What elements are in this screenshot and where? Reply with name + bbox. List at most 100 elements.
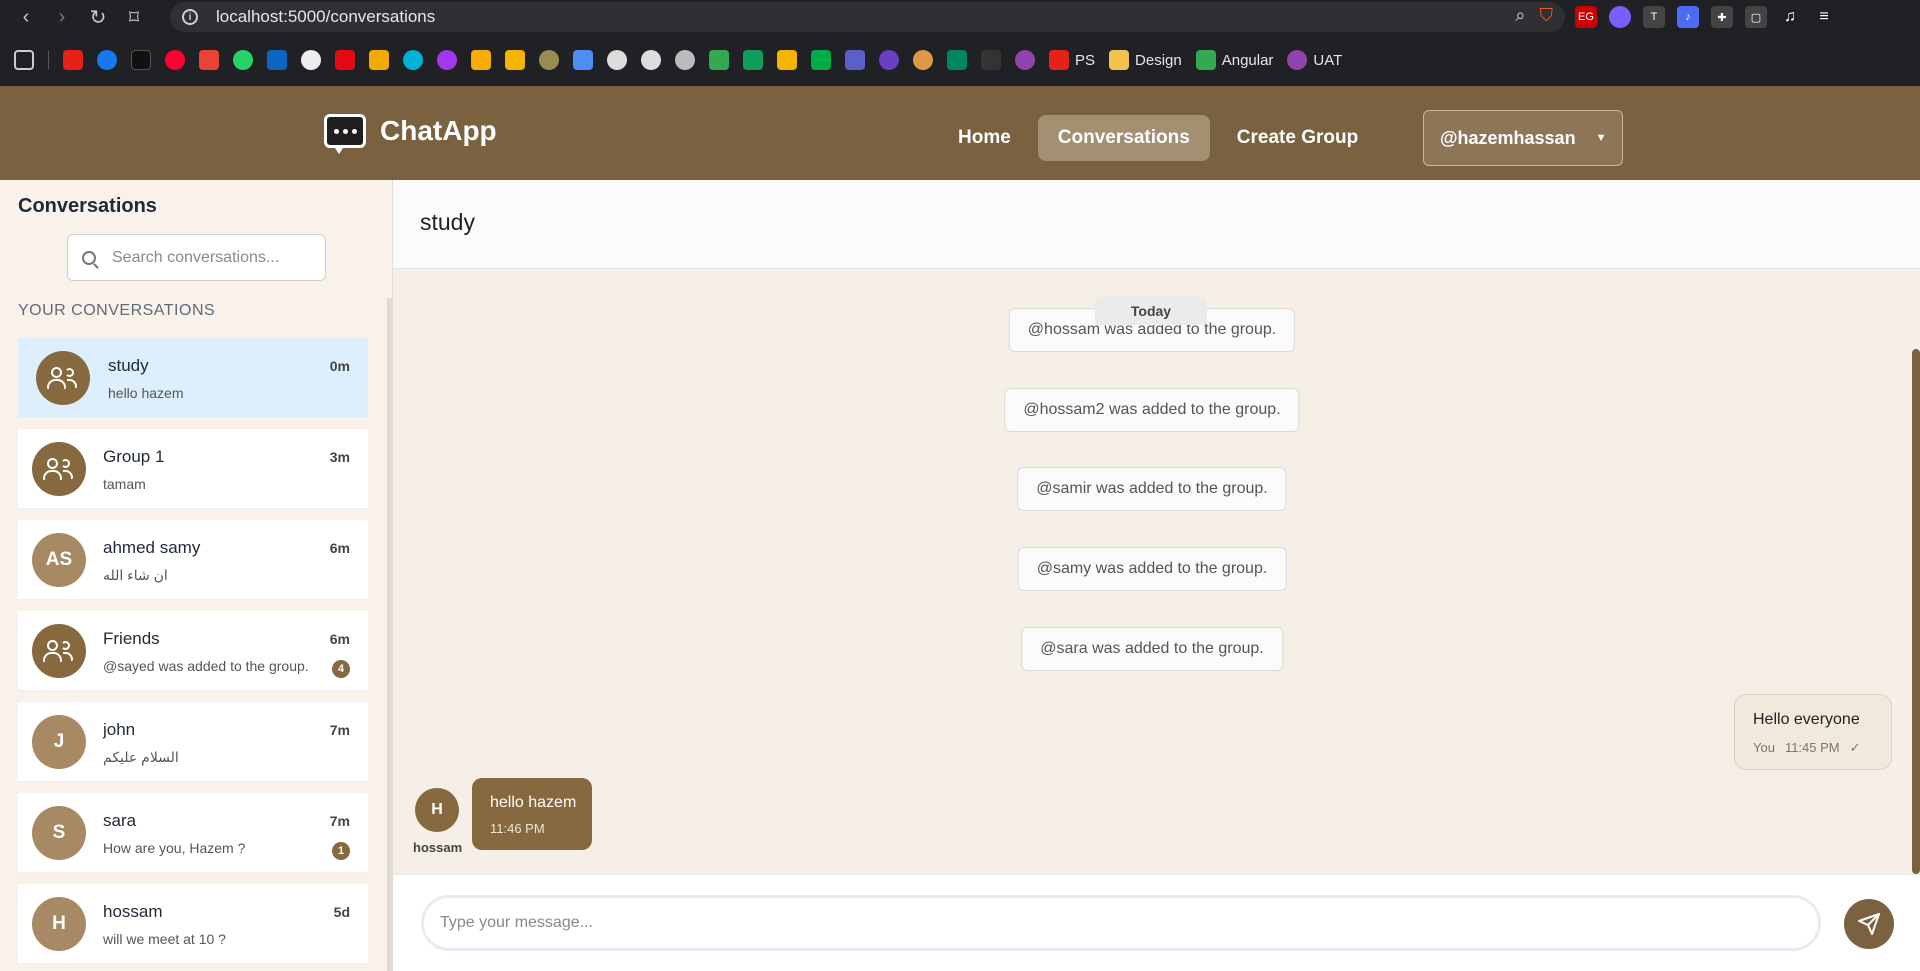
search-input[interactable] xyxy=(112,248,312,267)
conversation-time: 6m xyxy=(329,540,350,556)
chat-scrollbar[interactable] xyxy=(1912,349,1920,874)
avatar xyxy=(32,624,86,678)
brand-name: ChatApp xyxy=(380,115,497,146)
flag-extension-icon[interactable]: EG xyxy=(1575,6,1597,28)
send-button[interactable] xyxy=(1844,899,1894,949)
site-info-icon[interactable]: i xyxy=(182,9,198,25)
search-box[interactable] xyxy=(67,234,326,281)
headphones-extension-icon[interactable]: ♪ xyxy=(1677,6,1699,28)
hd-bookmark-icon[interactable] xyxy=(369,50,389,70)
app-header: ChatApp Home Conversations Create Group … xyxy=(0,86,1920,180)
gov-bookmark-icon[interactable] xyxy=(539,50,559,70)
conversation-item-hossam[interactable]: H hossam will we meet at 10 ? 5d xyxy=(18,884,368,964)
conversation-item-friends[interactable]: Friends @sayed was added to the group. 6… xyxy=(18,611,368,691)
system-message: @samy was added to the group. xyxy=(1017,547,1287,591)
character-bookmark-icon[interactable] xyxy=(913,50,933,70)
brand-logo[interactable]: ChatApp xyxy=(324,114,497,154)
conversation-preview: tamam xyxy=(103,476,146,492)
nav-create-group[interactable]: Create Group xyxy=(1217,115,1378,161)
apps-grid-icon[interactable] xyxy=(14,50,34,70)
conversation-item-study[interactable]: study hello hazem 0m xyxy=(18,338,368,418)
message-time: 11:46 PM xyxy=(490,821,545,836)
drive-icon xyxy=(1195,50,1216,70)
system-message: @sara was added to the group. xyxy=(1021,627,1283,671)
sidebar-toggle-icon[interactable]: ▢ xyxy=(1745,6,1767,28)
openai-bookmark-icon[interactable] xyxy=(607,50,627,70)
terminal-bookmark-icon[interactable] xyxy=(981,50,1001,70)
whatsapp-bookmark-icon[interactable] xyxy=(233,50,253,70)
address-actions: ⌕ ⛉ xyxy=(1515,5,1553,26)
gmail-bookmark-icon[interactable] xyxy=(199,50,219,70)
conversation-preview: ان شاء الله xyxy=(103,567,168,583)
message-text: Hello everyone xyxy=(1753,711,1860,728)
store-bookmark-icon[interactable] xyxy=(947,50,967,70)
sheets-bookmark-icon[interactable] xyxy=(743,50,763,70)
user-menu-button[interactable]: @hazemhassan ▼ xyxy=(1423,110,1624,166)
teams-bookmark-icon[interactable] xyxy=(845,50,865,70)
nav-conversations[interactable]: Conversations xyxy=(1037,115,1210,161)
zoom-icon[interactable]: ⌕ xyxy=(1515,5,1525,26)
udemy-bookmark-icon[interactable] xyxy=(437,50,457,70)
gemini-bookmark-icon[interactable] xyxy=(573,50,593,70)
menu-icon[interactable]: ≡ xyxy=(1813,6,1835,28)
peace-bookmark-icon[interactable] xyxy=(1015,50,1035,70)
text-extension-icon[interactable]: T xyxy=(1643,6,1665,28)
conversation-time: 6m xyxy=(329,631,350,647)
media-icon[interactable]: ♫ xyxy=(1779,6,1801,28)
sidebar-title: Conversations xyxy=(18,195,157,217)
extensions-row: EG T ♪ ✚ ▢ ♫ ≡ xyxy=(1565,0,1920,34)
bookmark-icon[interactable]: ⌑ xyxy=(116,0,152,34)
bookmark-design[interactable]: Design xyxy=(1109,50,1182,70)
bookmarks-bar: PS Design Angular UAT xyxy=(0,44,1920,76)
bookmark-ps[interactable]: PS xyxy=(1049,50,1095,70)
tool-bookmark-icon[interactable] xyxy=(505,50,525,70)
bookmark-label: UAT xyxy=(1313,51,1343,69)
youtube-music-bookmark-icon[interactable] xyxy=(165,50,185,70)
brave-shield-icon[interactable]: ⛉ xyxy=(1540,5,1554,26)
web-bookmark-icon[interactable] xyxy=(879,50,899,70)
chat-panel: study Today @hossam was added to the gro… xyxy=(393,180,1920,971)
conversation-name: hossam xyxy=(103,902,163,921)
send-icon xyxy=(1858,913,1880,935)
conversation-name: ahmed samy xyxy=(103,538,201,557)
bookmark-angular[interactable]: Angular xyxy=(1195,50,1273,70)
incoming-message: hello hazem 11:46 PM xyxy=(472,778,592,850)
bookmark-uat[interactable]: UAT xyxy=(1287,50,1342,70)
conversation-item-group-1[interactable]: Group 1 tamam 3m xyxy=(18,429,368,509)
system-message: @hossam2 was added to the group. xyxy=(1004,388,1300,432)
copilot-bookmark-icon[interactable] xyxy=(641,50,661,70)
youtube-bookmark-icon[interactable] xyxy=(63,50,83,70)
conversation-item-sara[interactable]: S sara How are you, Hazem ? 7m 1 xyxy=(18,793,368,873)
puzzle-icon[interactable]: ✚ xyxy=(1711,6,1733,28)
conversation-item-john[interactable]: J john السلام عليكم 7m xyxy=(18,702,368,782)
meet-bookmark-icon[interactable] xyxy=(811,50,831,70)
netflix-bookmark-icon[interactable] xyxy=(335,50,355,70)
github-bookmark-icon[interactable] xyxy=(301,50,321,70)
conversation-time: 7m xyxy=(329,722,350,738)
photos-bookmark-icon[interactable] xyxy=(777,50,797,70)
avatar: AS xyxy=(32,533,86,587)
analytics-bookmark-icon[interactable] xyxy=(471,50,491,70)
tiktok-bookmark-icon[interactable] xyxy=(131,50,151,70)
search-icon xyxy=(82,250,96,265)
forward-icon[interactable]: › xyxy=(44,0,80,34)
play-bookmark-icon[interactable] xyxy=(403,50,423,70)
color-extension-icon[interactable] xyxy=(1609,6,1631,28)
back-icon[interactable]: ‹ xyxy=(8,0,44,34)
address-bar[interactable]: i localhost:5000/conversations ⌕ ⛉ xyxy=(170,2,1565,32)
address-url: localhost:5000/conversations xyxy=(216,7,436,26)
brain-bookmark-icon[interactable] xyxy=(675,50,695,70)
chat-title: study xyxy=(420,209,475,235)
conversation-time: 3m xyxy=(329,449,350,465)
reload-icon[interactable]: ↻ xyxy=(80,0,116,34)
conversation-item-ahmed-samy[interactable]: AS ahmed samy ان شاء الله 6m xyxy=(18,520,368,600)
peace-icon xyxy=(1287,50,1308,70)
sender-name: hossam xyxy=(413,840,463,855)
facebook-bookmark-icon[interactable] xyxy=(97,50,117,70)
conversation-time: 5d xyxy=(333,904,350,920)
avatar xyxy=(36,351,90,405)
drive-bookmark-icon[interactable] xyxy=(709,50,729,70)
message-input[interactable] xyxy=(421,895,1821,951)
linkedin-bookmark-icon[interactable] xyxy=(267,50,287,70)
nav-home[interactable]: Home xyxy=(938,115,1031,161)
